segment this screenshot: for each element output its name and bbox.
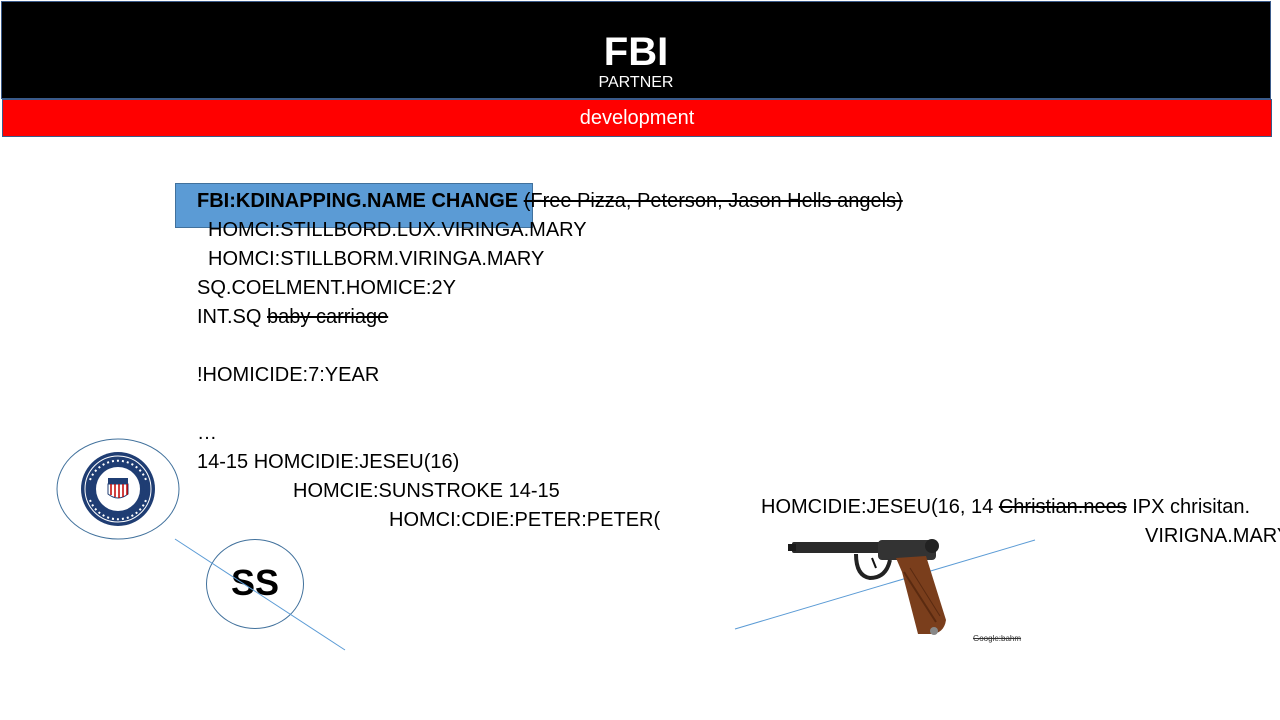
kidnapping-heading: FBI:KDINAPPING.NAME CHANGE [197,190,519,212]
development-banner: development [2,99,1272,137]
text-line-9: HOMCIE:SUNSTROKE 14-15 [293,480,560,502]
image-credit: Google:bahm [973,634,1022,643]
text-line-8: 14-15 HOMCIDIE:JESEU(16) [197,451,460,473]
page-subtitle: PARTNER [598,74,674,91]
social-security-seal-icon [56,438,180,540]
right-text-tail: IPX chrisitan. [1126,496,1251,518]
struck-baby-carriage: baby carriage [267,306,389,328]
text-line-10: HOMCI:CDIE:PETER:PETER( [389,509,661,531]
text-line-2: HOMCI:STILLBORD.LUX.VIRINGA.MARY [208,219,587,241]
page-title: FBI [603,30,669,74]
right-text-plain: HOMCIDIE:JESEU(16, 14 [761,496,999,518]
struck-note: (Free Pizza, Peterson, Jason Hells angel… [523,190,903,212]
text-line-1: FBI:KDINAPPING.NAME CHANGE (Free Pizza, … [197,189,903,213]
right-text-line-2: VIRIGNA.MARY [1145,525,1280,547]
text-line-7: … [197,422,217,444]
right-struck-text: Christian.nees [998,496,1127,518]
int-sq-label: INT.SQ [197,306,268,328]
text-line-3: HOMCI:STILLBORM.VIRINGA.MARY [208,248,545,270]
pistol-image [788,539,946,635]
header-bar: FBI PARTNER [1,1,1271,99]
text-line-5: INT.SQ baby carriage [197,305,388,329]
ss-label: SS [230,562,280,603]
right-text-line-1: HOMCIDIE:JESEU(16, 14 Christian.nees IPX… [761,495,1250,519]
text-line-6: !HOMICIDE:7:YEAR [197,364,380,386]
text-line-4: SQ.COELMENT.HOMICE:2Y [197,277,456,299]
